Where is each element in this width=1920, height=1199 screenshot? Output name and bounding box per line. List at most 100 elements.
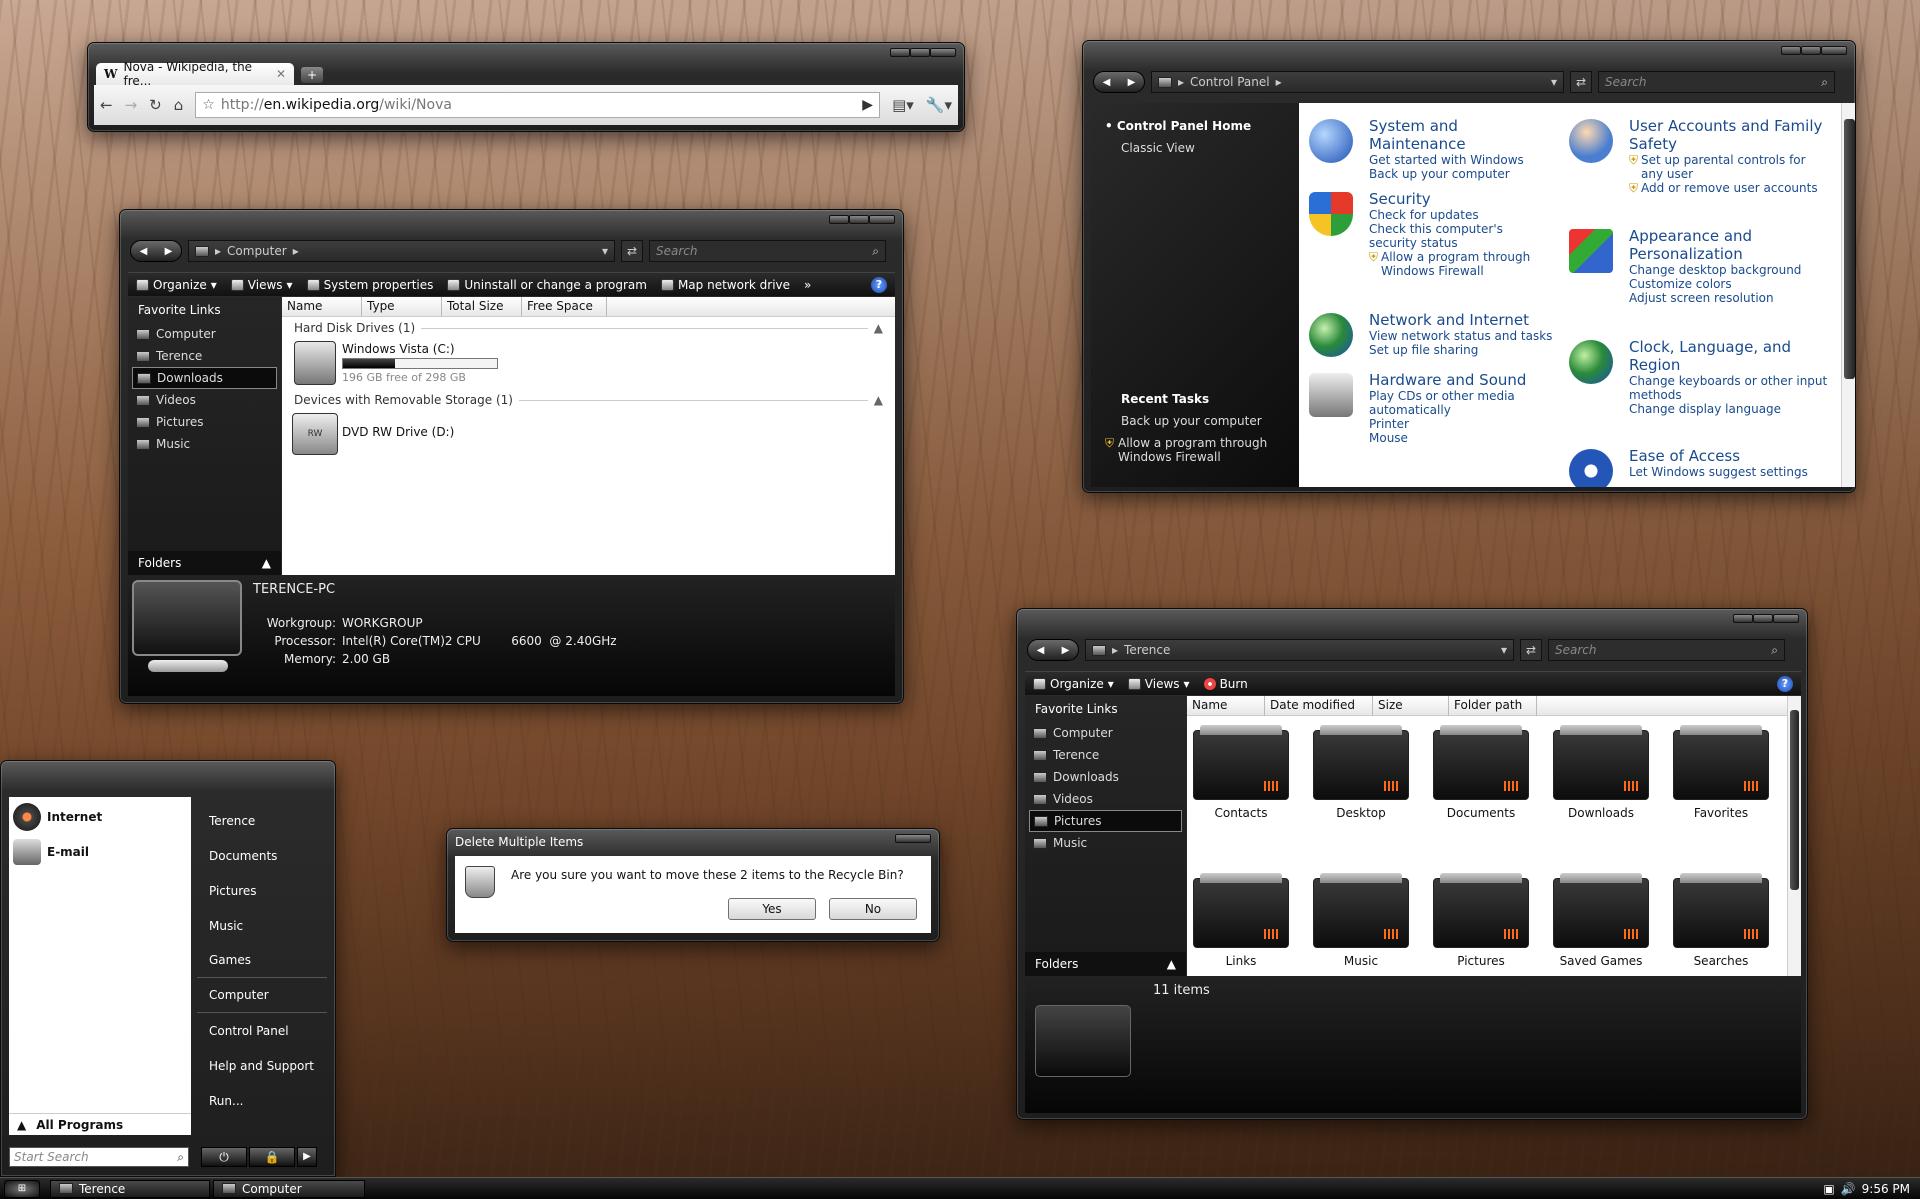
minimize-button[interactable] (829, 215, 849, 224)
address-dropdown-icon[interactable]: ▾ (1551, 75, 1557, 89)
search-icon[interactable]: ⌕ (177, 1150, 184, 1165)
close-tab-icon[interactable]: ✕ (276, 67, 286, 81)
minimize-button[interactable] (890, 48, 910, 57)
map-network-drive-button[interactable]: Map network drive (660, 278, 790, 292)
address-bar[interactable]: ▸ Control Panel ▸ ▾ (1151, 71, 1564, 93)
category-link[interactable]: Check this computer's security status (1369, 222, 1554, 250)
address-bar[interactable]: ▸ Terence ▾ (1085, 639, 1514, 661)
nav-item-terence[interactable]: Terence (128, 345, 281, 367)
category-title[interactable]: Hardware and Sound (1369, 371, 1554, 389)
start-item-help[interactable]: Help and Support (197, 1048, 327, 1083)
search-input[interactable]: Search (1605, 75, 1647, 89)
nav-item-downloads[interactable]: Downloads (1025, 766, 1186, 788)
nav-item-pictures[interactable]: Pictures (128, 411, 281, 433)
start-item-control-panel[interactable]: Control Panel (197, 1013, 327, 1048)
volume-tray-icon[interactable]: 🔊 (1841, 1182, 1856, 1196)
column-name[interactable]: Name (1187, 696, 1265, 716)
all-programs-button[interactable]: ▲ All Programs (9, 1113, 191, 1135)
nav-item-pictures[interactable]: Pictures (1029, 810, 1182, 832)
folder-contacts[interactable]: Contacts (1193, 725, 1289, 820)
uninstall-program-button[interactable]: Uninstall or change a program (447, 278, 647, 292)
maximize-button[interactable] (910, 48, 930, 57)
category-title[interactable]: System and Maintenance (1369, 117, 1554, 153)
refresh-button[interactable]: ⇄ (1520, 639, 1542, 661)
scroll-thumb[interactable] (1790, 710, 1799, 890)
pinned-internet[interactable]: Internet (13, 803, 102, 831)
reload-icon[interactable]: ↻ (149, 96, 162, 114)
category-title[interactable]: Clock, Language, and Region (1629, 338, 1829, 374)
search-box[interactable]: Search ⌕ (1548, 639, 1785, 661)
category-link[interactable]: ⛨ Set up parental controls for any user (1629, 153, 1829, 181)
folder-desktop[interactable]: Desktop (1313, 725, 1409, 820)
group-header-removable[interactable]: Devices with Removable Storage (1) ▲ (282, 389, 895, 411)
search-box[interactable]: Search ⌕ (1598, 71, 1835, 93)
new-tab-button[interactable]: + (301, 67, 323, 83)
drive-d-item[interactable]: RW DVD RW Drive (D:) (282, 411, 895, 457)
system-properties-button[interactable]: System properties (306, 278, 433, 292)
column-date-modified[interactable]: Date modified (1265, 696, 1373, 716)
column-size[interactable]: Size (1373, 696, 1449, 716)
collapse-icon[interactable]: ▲ (874, 321, 883, 335)
recent-task-backup[interactable]: Back up your computer (1121, 414, 1262, 428)
category-link[interactable]: Customize colors (1629, 277, 1829, 291)
start-item-terence[interactable]: Terence (197, 803, 327, 838)
start-button[interactable]: ⊞ (4, 1179, 40, 1198)
start-search-box[interactable]: Start Search ⌕ (9, 1147, 189, 1167)
help-icon[interactable]: ? (1777, 675, 1793, 692)
start-search-input[interactable]: Start Search (14, 1150, 89, 1164)
recent-task-firewall[interactable]: ⛨ Allow a program through Windows Firewal… (1105, 436, 1295, 464)
nav-item-music[interactable]: Music (1025, 832, 1186, 854)
burn-button[interactable]: Burn (1203, 677, 1248, 691)
column-free-space[interactable]: Free Space (522, 297, 607, 317)
address-dropdown-icon[interactable]: ▾ (602, 244, 608, 258)
address-bar[interactable]: ▸ Computer ▸ ▾ (188, 240, 615, 262)
help-icon[interactable]: ? (871, 276, 887, 293)
maximize-button[interactable] (1753, 614, 1773, 623)
address-dropdown-icon[interactable]: ▾ (1501, 643, 1507, 657)
close-button[interactable] (930, 48, 956, 57)
back-forward-buttons[interactable]: ◀ ▶ (130, 240, 182, 262)
forward-icon[interactable]: → (125, 96, 138, 114)
refresh-button[interactable]: ⇄ (1570, 71, 1592, 93)
category-link[interactable]: View network status and tasks (1369, 329, 1554, 343)
yes-button[interactable]: Yes (728, 898, 816, 920)
nav-item-terence[interactable]: Terence (1025, 744, 1186, 766)
start-item-music[interactable]: Music (197, 908, 327, 943)
nav-item-downloads[interactable]: Downloads (132, 367, 277, 389)
maximize-button[interactable] (1801, 46, 1821, 55)
refresh-button[interactable]: ⇄ (621, 240, 643, 262)
column-type[interactable]: Type (362, 297, 442, 317)
start-item-pictures[interactable]: Pictures (197, 873, 327, 908)
minimize-button[interactable] (1733, 614, 1753, 623)
category-link[interactable]: Play CDs or other media automatically (1369, 389, 1554, 417)
category-title[interactable]: Appearance and Personalization (1629, 227, 1829, 263)
search-box[interactable]: Search ⌕ (649, 240, 886, 262)
views-button[interactable]: Views ▾ (230, 278, 293, 292)
no-button[interactable]: No (829, 898, 917, 920)
forward-icon[interactable]: ▶ (1062, 645, 1070, 656)
category-title[interactable]: Security (1369, 190, 1554, 208)
nav-item-computer[interactable]: Computer (128, 323, 281, 345)
drive-c-item[interactable]: Windows Vista (C:) 196 GB free of 298 GB (282, 339, 895, 389)
category-link[interactable]: Back up your computer (1369, 167, 1554, 181)
search-icon[interactable]: ⌕ (872, 244, 879, 259)
category-title[interactable]: Network and Internet (1369, 311, 1554, 329)
scroll-thumb[interactable] (1844, 119, 1855, 379)
category-link[interactable]: ⛨ Allow a program through Windows Firewal… (1369, 250, 1554, 278)
classic-view-link[interactable]: Classic View (1121, 141, 1195, 155)
views-button[interactable]: Views ▾ (1127, 677, 1190, 691)
browser-tab[interactable]: W Nova - Wikipedia, the fre... ✕ (96, 60, 294, 88)
close-button[interactable] (1821, 46, 1847, 55)
back-forward-buttons[interactable]: ◀ ▶ (1093, 71, 1145, 93)
pinned-email[interactable]: E-mail (13, 839, 89, 865)
category-link[interactable]: Change display language (1629, 402, 1829, 416)
nav-item-music[interactable]: Music (128, 433, 281, 455)
minimize-button[interactable] (1781, 46, 1801, 55)
lock-icon[interactable]: 🔒 (249, 1147, 295, 1167)
organize-button[interactable]: Organize ▾ (136, 278, 217, 292)
back-icon[interactable]: ← (100, 96, 113, 114)
start-item-run[interactable]: Run... (197, 1083, 327, 1118)
power-options-arrow-icon[interactable]: ▶ (297, 1147, 317, 1167)
category-link[interactable]: ⛨ Add or remove user accounts (1629, 181, 1829, 196)
back-icon[interactable]: ◀ (1037, 645, 1045, 656)
